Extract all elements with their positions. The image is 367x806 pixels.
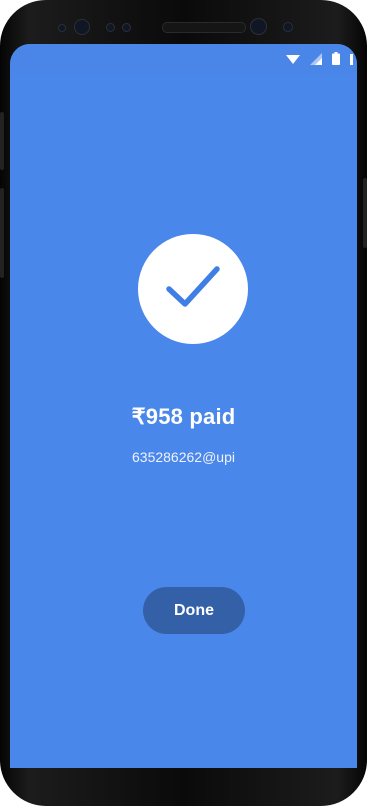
status-bar <box>10 44 357 74</box>
proximity-sensor <box>58 24 66 32</box>
bottom-bezel <box>0 768 367 806</box>
iris-led <box>283 22 293 32</box>
iris-sensor <box>106 23 115 32</box>
power-button <box>363 178 367 248</box>
status-overflow-icon <box>350 52 353 70</box>
paid-amount: ₹958 paid <box>131 404 236 429</box>
earpiece-speaker <box>162 22 246 33</box>
volume-button <box>0 112 4 170</box>
bixby-button <box>0 188 4 278</box>
battery-icon <box>332 52 340 70</box>
top-bezel <box>0 0 367 44</box>
checkmark-icon <box>163 257 223 322</box>
recipient-upi-id: 635286262@upi <box>132 449 235 465</box>
success-check-circle <box>138 234 248 344</box>
status-icons <box>286 52 353 70</box>
iris-camera <box>250 18 267 35</box>
done-button[interactable]: Done <box>143 587 245 634</box>
wifi-icon <box>286 52 300 70</box>
light-sensor <box>122 23 131 32</box>
payment-success-screen: ₹958 paid 635286262@upi Done <box>10 44 357 768</box>
front-camera <box>74 19 90 35</box>
phone-frame: ₹958 paid 635286262@upi Done <box>0 0 367 806</box>
signal-icon <box>310 52 322 70</box>
